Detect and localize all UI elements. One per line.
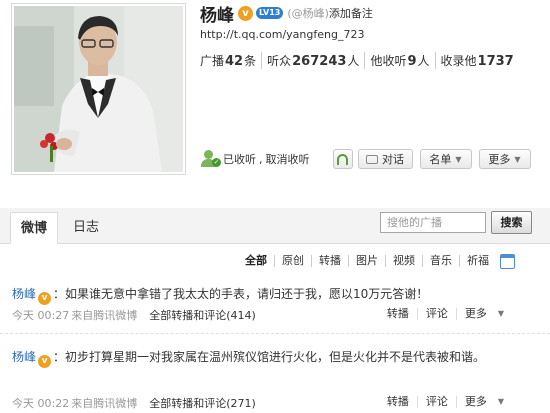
chevron-down-icon: ▼ [497, 309, 504, 318]
more-dropdown-button[interactable]: 更多 ▼ [478, 149, 531, 169]
profile-handle: (@杨峰) [287, 7, 329, 20]
name-row: 杨峰 v LV13 (@杨峰) 添加备注 [200, 2, 373, 26]
stat-label: 广播 [200, 54, 225, 68]
post-content: ：初步打算星期一对我家属在温州殡仪馆进行火化，但是火化并不是代表被和谐。 [53, 350, 486, 364]
follow-status: ✓ 已收听 , 取消收听 [200, 149, 310, 169]
post-meta: 今天 00:27 来自腾讯微博 全部转播和评论(414) 转播 评论 更多 ▼ [12, 307, 532, 323]
chevron-down-icon: ▼ [514, 154, 521, 164]
post-meta: 今天 00:22 来自腾讯微博 全部转播和评论(271) 转播 评论 更多 ▼ [12, 395, 532, 411]
profile-name: 杨峰 [200, 5, 234, 26]
stat-unit: 条 [244, 54, 257, 68]
stat-value: 9 [407, 54, 417, 69]
headphone-icon [337, 153, 348, 165]
chevron-down-icon: ▼ [455, 154, 462, 164]
post-time[interactable]: 今天 00:22 [12, 395, 69, 411]
comment-link[interactable]: 评论 [416, 308, 456, 320]
stat-unit: 人 [347, 54, 360, 68]
avatar-photo [14, 6, 183, 172]
more-label: 更多 [488, 153, 511, 166]
chat-bubble-icon [366, 154, 378, 164]
filter-music[interactable]: 音乐 [422, 255, 459, 267]
post-source[interactable]: 来自腾讯微博 [71, 395, 137, 411]
profile-action-bar: ✓ 已收听 , 取消收听 对话 名单 ▼ 更多 ▼ [200, 148, 545, 170]
post-actions: 转播 评论 更多 ▼ [379, 396, 504, 408]
unfollow-link[interactable]: 取消收听 [266, 151, 310, 167]
stat-unit: 人 [417, 54, 430, 68]
post-time[interactable]: 今天 00:27 [12, 307, 69, 323]
rebroadcast-link[interactable]: 转播 [379, 396, 417, 408]
calendar-icon[interactable] [500, 253, 515, 269]
vip-verified-icon: v [38, 355, 52, 368]
profile-header: 杨峰 v LV13 (@杨峰) 添加备注 http://t.qq.com/yan… [0, 0, 550, 185]
timeline-post: 杨峰 v ：如果谁无意中拿错了我太太的手表，请归还于我，愿以10万元答谢！ 今天 0… [0, 280, 550, 334]
post-text: 杨峰 v ：如果谁无意中拿错了我太太的手表，请归还于我，愿以10万元答谢！ [12, 283, 532, 305]
stat-following[interactable]: 他收听 9 人 [364, 52, 434, 69]
timeline-post: 杨峰 v ：初步打算星期一对我家属在温州殡仪馆进行火化，但是火化并不是代表被和谐。 … [0, 341, 550, 413]
stat-label: 他收听 [370, 54, 407, 68]
stat-label: 收录他 [440, 54, 477, 68]
stat-listed[interactable]: 收录他 1737 [434, 52, 519, 69]
tab-weibo[interactable]: 微博 [10, 212, 58, 244]
more-link[interactable]: 更多 [455, 308, 495, 320]
post-actions: 转播 评论 更多 ▼ [379, 308, 504, 320]
stat-value: 42 [225, 54, 244, 69]
stat-listeners[interactable]: 听众 267243 人 [261, 52, 364, 69]
stat-label: 听众 [267, 54, 292, 68]
chat-label: 对话 [382, 153, 404, 166]
filter-rebroadcast[interactable]: 转播 [311, 255, 348, 267]
followed-user-icon: ✓ [200, 149, 222, 169]
add-note-link[interactable]: 添加备注 [329, 5, 373, 21]
filter-video[interactable]: 视频 [385, 255, 422, 267]
comment-link[interactable]: 评论 [416, 396, 456, 408]
vip-verified-icon[interactable]: v [238, 5, 253, 21]
filter-images[interactable]: 图片 [348, 255, 385, 267]
stat-broadcasts[interactable]: 广播 42 条 [200, 52, 261, 69]
tab-diary[interactable]: 日志 [68, 212, 104, 244]
listen-button[interactable] [332, 149, 353, 169]
profile-avatar[interactable] [11, 3, 186, 175]
post-author[interactable]: 杨峰 [12, 350, 36, 364]
timeline-filter-bar: 全部 原创 转播 图片 视频 音乐 祈福 [245, 253, 515, 269]
post-reply-count-link[interactable]: 全部转播和评论(414) [149, 307, 256, 323]
post-source[interactable]: 来自腾讯微博 [71, 307, 137, 323]
post-content: ：如果谁无意中拿错了我太太的手表，请归还于我，愿以10万元答谢！ [53, 287, 429, 301]
level-badge[interactable]: LV13 [256, 7, 284, 19]
chat-button[interactable]: 对话 [357, 149, 413, 169]
stat-value: 1737 [477, 54, 514, 69]
filter-blessing[interactable]: 祈福 [459, 255, 496, 267]
chevron-down-icon: ▼ [497, 397, 504, 406]
profile-stats: 广播 42 条 听众 267243 人 他收听 9 人 收录他 1737 [200, 52, 519, 69]
search-his-broadcasts-input[interactable] [380, 212, 486, 233]
list-label: 名单 [429, 153, 452, 166]
post-reply-count-link[interactable]: 全部转播和评论(271) [149, 395, 256, 411]
separator: , [259, 152, 263, 166]
rebroadcast-link[interactable]: 转播 [379, 308, 417, 320]
vip-verified-icon: v [38, 292, 52, 305]
stat-value: 267243 [292, 54, 347, 69]
filter-original[interactable]: 原创 [274, 255, 311, 267]
profile-url[interactable]: http://t.qq.com/yangfeng_723 [200, 28, 364, 41]
post-author[interactable]: 杨峰 [12, 287, 36, 301]
followed-label: 已收听 [223, 153, 256, 166]
more-link[interactable]: 更多 [455, 396, 495, 408]
search-button[interactable]: 搜索 [491, 211, 532, 234]
list-dropdown-button[interactable]: 名单 ▼ [419, 149, 472, 169]
filter-all[interactable]: 全部 [245, 255, 274, 267]
post-text: 杨峰 v ：初步打算星期一对我家属在温州殡仪馆进行火化，但是火化并不是代表被和谐。 [12, 346, 532, 368]
